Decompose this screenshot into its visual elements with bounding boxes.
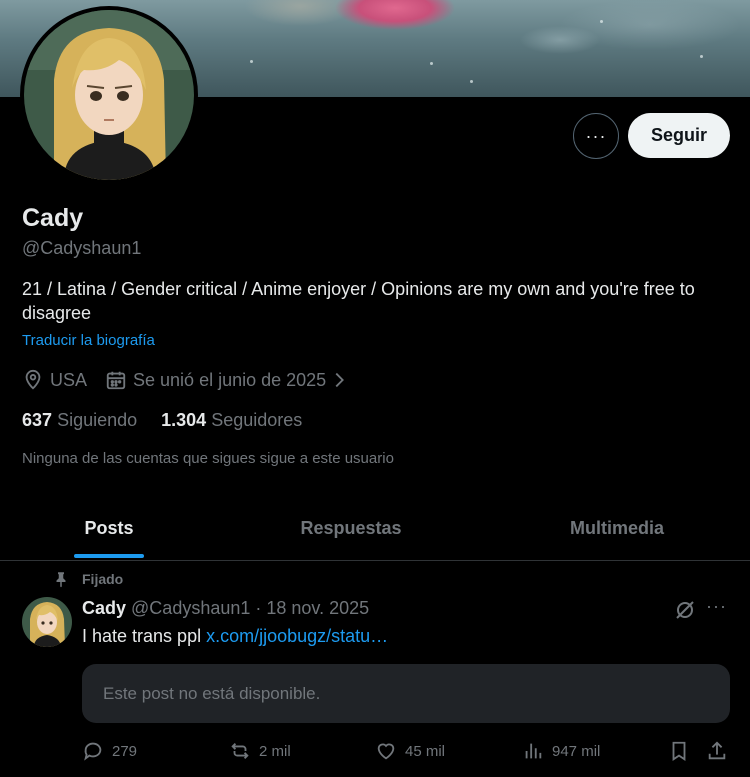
tab-replies[interactable]: Respuestas xyxy=(270,497,432,560)
followers-link[interactable]: 1.304 Seguidores xyxy=(161,410,302,431)
profile-meta: USA Se unió el junio de 2025 xyxy=(22,368,350,392)
profile-bio: 21 / Latina / Gender critical / Anime en… xyxy=(22,279,695,323)
following-link[interactable]: 637 Siguiendo xyxy=(22,410,137,431)
chevron-right-icon[interactable] xyxy=(328,369,350,391)
grok-icon[interactable] xyxy=(673,598,697,622)
unavailable-quote: Este post no está disponible. xyxy=(82,664,730,723)
calendar-icon xyxy=(106,371,126,390)
heart-icon xyxy=(377,743,395,760)
follow-stats: 637 Siguiendo 1.304 Seguidores xyxy=(22,410,302,431)
follow-button[interactable]: Seguir xyxy=(628,113,730,158)
bookmark-icon xyxy=(672,741,686,761)
bookmark-button[interactable] xyxy=(668,740,690,762)
more-options-button[interactable]: ··· xyxy=(573,113,619,159)
profile-joined[interactable]: Se unió el junio de 2025 xyxy=(133,370,326,391)
share-icon xyxy=(708,741,726,760)
post-author-avatar[interactable] xyxy=(22,597,72,647)
post-text: I hate trans ppl x.com/jjoobugz/statu… xyxy=(82,626,389,646)
location-pin-icon xyxy=(25,369,41,390)
tabs-divider xyxy=(0,560,750,561)
post-link[interactable]: x.com/jjoobugz/statu… xyxy=(206,626,388,646)
post-author-name[interactable]: Cady xyxy=(82,598,126,618)
profile-avatar[interactable] xyxy=(20,6,198,184)
views-chart-icon xyxy=(525,743,542,759)
views-button[interactable]: 947 mil xyxy=(522,740,600,762)
reply-icon xyxy=(84,742,102,761)
avatar-image xyxy=(24,10,194,180)
post-header: Cady @Cadyshaun1 · 18 nov. 2025 xyxy=(82,598,369,619)
profile-page: ··· Seguir Cady @Cadyshaun1 21 / Latina … xyxy=(0,0,750,777)
profile-handle: @Cadyshaun1 xyxy=(22,238,142,258)
like-button[interactable]: 45 mil xyxy=(375,740,445,762)
post-meta[interactable]: @Cadyshaun1 · 18 nov. 2025 xyxy=(131,598,369,618)
share-button[interactable] xyxy=(706,740,728,762)
profile-tabs: Posts Respuestas Multimedia xyxy=(0,497,750,560)
tab-media[interactable]: Multimedia xyxy=(540,497,694,560)
post-actions: 279 2 mil 45 mil 947 mil xyxy=(82,740,732,764)
pin-icon xyxy=(56,572,66,588)
pinned-indicator: Fijado xyxy=(52,570,123,588)
profile-name: Cady xyxy=(22,204,84,232)
translate-bio-link[interactable]: Traducir la biografía xyxy=(22,332,155,349)
mutuals-notice: Ninguna de las cuentas que sigues sigue … xyxy=(22,450,394,467)
repost-button[interactable]: 2 mil xyxy=(229,740,291,762)
active-tab-indicator xyxy=(74,554,144,558)
profile-location: USA xyxy=(50,369,88,390)
post-more-button[interactable]: ··· xyxy=(706,596,727,617)
reply-button[interactable]: 279 xyxy=(82,740,137,762)
repost-icon xyxy=(231,743,249,759)
tab-posts[interactable]: Posts xyxy=(60,497,158,560)
